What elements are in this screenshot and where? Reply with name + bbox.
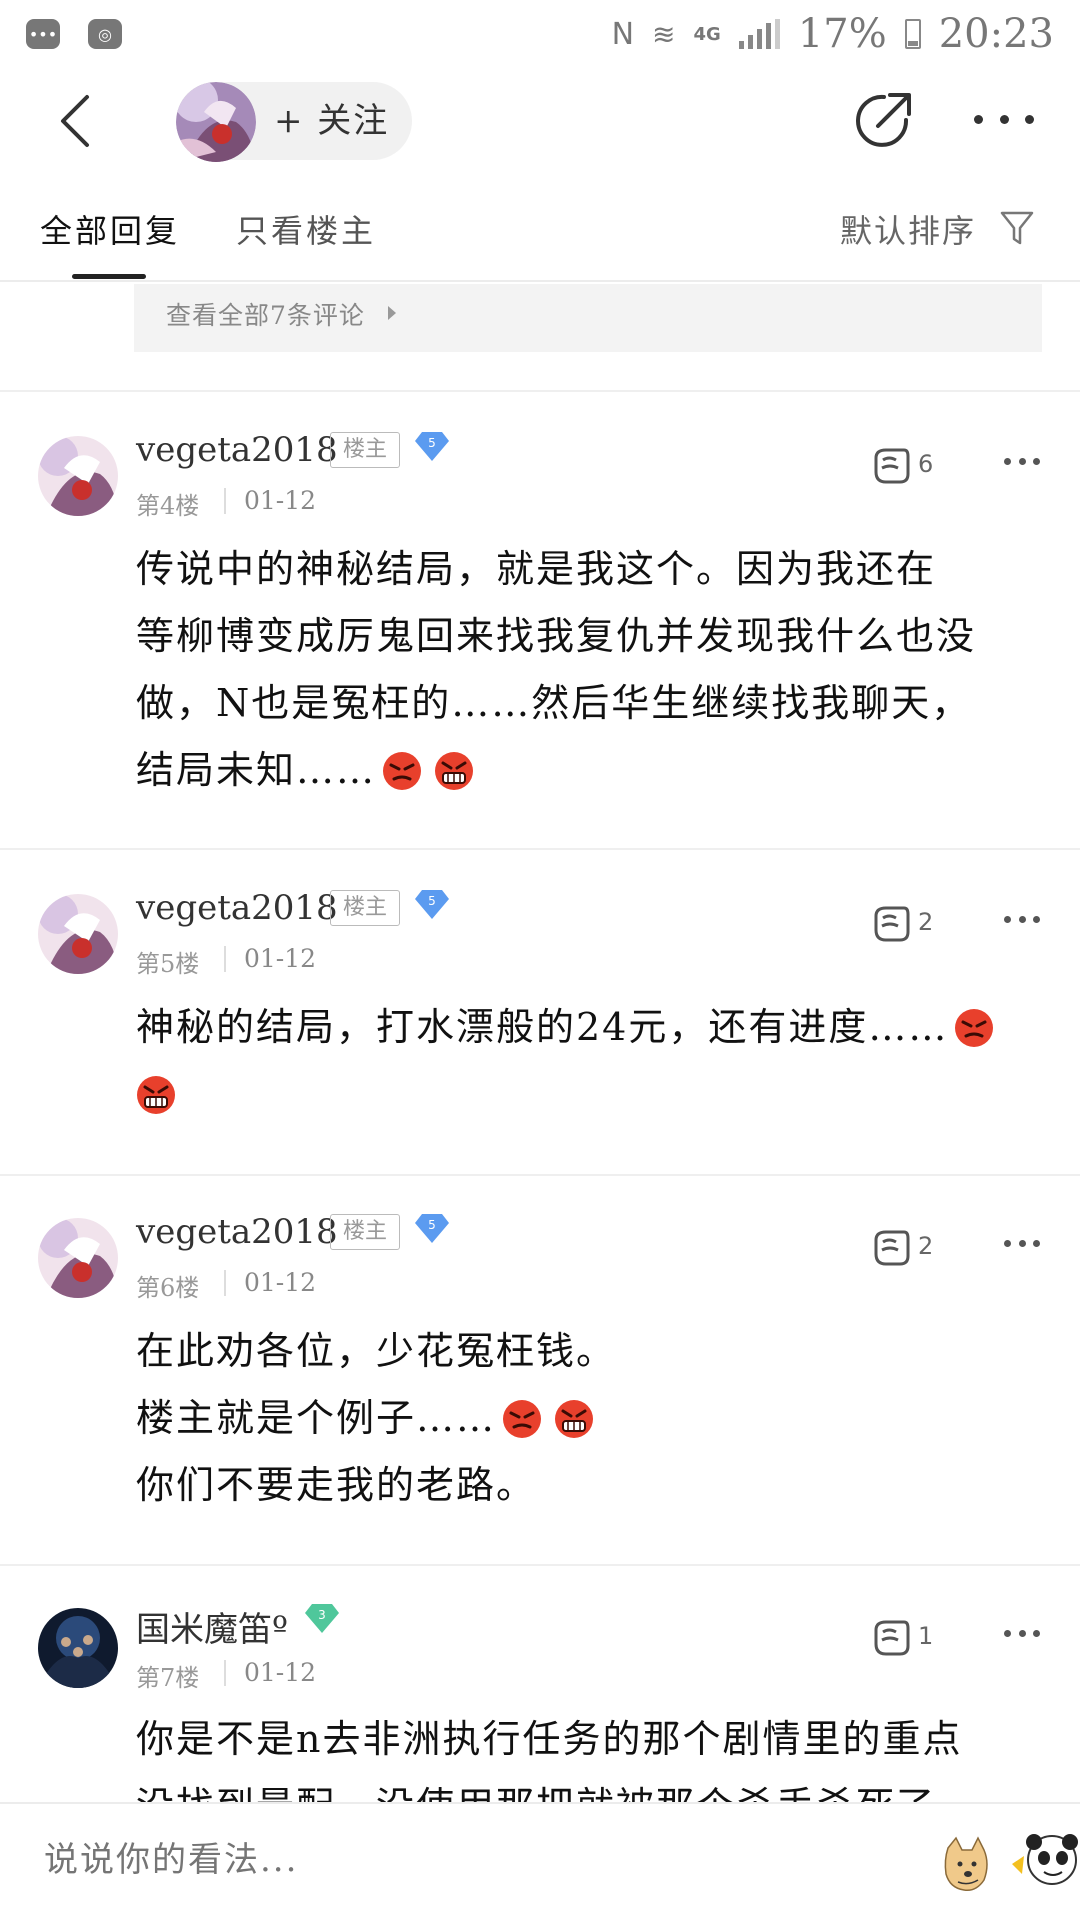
post-more-button[interactable] [1004, 458, 1040, 466]
owner-badge: 楼主 [330, 890, 400, 926]
separator [224, 1270, 226, 1296]
post-content: 传说中的神秘结局，就是我这个。因为我还在 等柳博变成厉鬼回来找我复仇并发现我什么… [136, 547, 977, 792]
nfc-icon: N [611, 16, 635, 52]
battery-percent: 17% [797, 11, 887, 57]
level-number: 3 [318, 1608, 326, 1622]
clock: 20:23 [938, 11, 1054, 57]
diamond-icon: 5 [415, 1214, 449, 1243]
view-all-comments-link[interactable]: 查看全部7条评论 [166, 296, 365, 332]
avatar[interactable] [38, 1218, 118, 1298]
share-button[interactable] [852, 90, 914, 152]
level-number: 5 [428, 1218, 436, 1232]
avatar[interactable] [176, 82, 256, 162]
panda-sticker-icon[interactable] [1010, 1834, 1080, 1886]
post-content: 你是不是n去非洲执行任务的那个剧情里的重点 没找到最配，没使用那把就被那个杀手杀… [136, 1717, 963, 1802]
username[interactable]: vegeta2018 [136, 430, 338, 470]
like-count: 6 [918, 450, 934, 478]
post-more-button[interactable] [1004, 1240, 1040, 1248]
view-all-comments-box[interactable]: 查看全部7条评论 [134, 284, 1042, 352]
owner-badge: 楼主 [330, 432, 400, 468]
post-floor-6: vegeta2018 楼主 5 第6楼 01-12 2 在此劝各位，少花冤枉钱。… [0, 1176, 1080, 1564]
grin-emoji-icon [435, 752, 474, 790]
post-date: 01-12 [244, 1658, 317, 1687]
diamond-icon: 5 [415, 890, 449, 919]
separator [224, 1660, 226, 1686]
like-icon[interactable] [870, 444, 912, 486]
angry-emoji-icon [503, 1400, 542, 1438]
username[interactable]: vegeta2018 [136, 1212, 338, 1252]
reply-bar [0, 1802, 1080, 1920]
separator [224, 946, 226, 972]
post-more-button[interactable] [1004, 916, 1040, 924]
diamond-icon: 3 [305, 1604, 339, 1633]
doge-sticker-icon[interactable] [936, 1834, 996, 1894]
signal-icon [738, 19, 780, 49]
angry-emoji-icon [955, 1009, 994, 1047]
header: + 关注 [0, 68, 1080, 174]
message-icon: ••• [26, 19, 60, 49]
like-count: 1 [918, 1622, 934, 1650]
floor-number: 第7楼 [136, 1664, 200, 1692]
post-content: 神秘的结局，打水漂般的24元，还有进度…… [136, 994, 1048, 1128]
angry-emoji-icon [383, 752, 422, 790]
username[interactable]: 国米魔笛º [136, 1602, 288, 1651]
post-date: 01-12 [244, 944, 317, 973]
level-number: 5 [428, 436, 436, 450]
like-icon[interactable] [870, 1226, 912, 1268]
post-content: 在此劝各位，少花冤枉钱。 楼主就是个例子…… 你们不要走我的老路。 [136, 1329, 617, 1507]
like-count: 2 [918, 1232, 934, 1260]
reply-input[interactable] [44, 1840, 644, 1880]
post-floor-5: vegeta2018 楼主 5 第5楼 01-12 2 神秘的结局，打水漂般的2… [0, 850, 1080, 1174]
separator [224, 488, 226, 514]
floor-number: 第5楼 [136, 950, 200, 978]
post-floor-7: 国米魔笛º 3 第7楼 01-12 1 你是不是n去非洲执行任务的那个剧情里的重… [0, 1566, 1080, 1802]
owner-badge: 楼主 [330, 1214, 400, 1250]
caret-right-icon [388, 306, 396, 320]
like-count: 2 [918, 908, 934, 936]
back-button[interactable] [44, 88, 104, 154]
active-tab-indicator [72, 274, 146, 279]
avatar[interactable] [38, 1608, 118, 1688]
wifi-icon: ≋ [652, 17, 676, 51]
post-floor-4: vegeta2018 楼主 5 第4楼 01-12 6 传说中的神秘结局，就是我… [0, 392, 1080, 848]
reply-tabs: 全部回复 只看楼主 默认排序 [0, 174, 1080, 282]
follow-label: + 关注 [274, 101, 390, 141]
share-icon [856, 93, 911, 147]
avatar[interactable] [38, 894, 118, 974]
floor-number: 第4楼 [136, 492, 200, 520]
tab-all-replies[interactable]: 全部回复 [40, 206, 180, 252]
filter-icon[interactable] [1000, 210, 1034, 246]
more-button[interactable] [974, 104, 1034, 134]
post-more-button[interactable] [1004, 1630, 1040, 1638]
username[interactable]: vegeta2018 [136, 888, 338, 928]
level-number: 5 [428, 894, 436, 908]
network-type: 4G [693, 23, 721, 45]
post-date: 01-12 [244, 486, 317, 515]
grin-emoji-icon [555, 1400, 594, 1438]
follow-button[interactable]: + 关注 [176, 82, 412, 162]
like-icon[interactable] [870, 1616, 912, 1658]
grin-emoji-icon [137, 1076, 175, 1114]
battery-icon [904, 19, 921, 49]
sort-dropdown[interactable]: 默认排序 [840, 206, 976, 252]
app-notification-icon: ◎ [88, 19, 122, 49]
floor-number: 第6楼 [136, 1274, 200, 1302]
back-icon [61, 95, 89, 147]
more-icon [974, 114, 983, 124]
avatar[interactable] [38, 436, 118, 516]
diamond-icon: 5 [415, 432, 449, 461]
post-date: 01-12 [244, 1268, 317, 1297]
tab-owner-only[interactable]: 只看楼主 [236, 206, 376, 252]
status-bar: ••• ◎ N ≋ 4G 17% 20:23 [0, 0, 1080, 68]
like-icon[interactable] [870, 902, 912, 944]
